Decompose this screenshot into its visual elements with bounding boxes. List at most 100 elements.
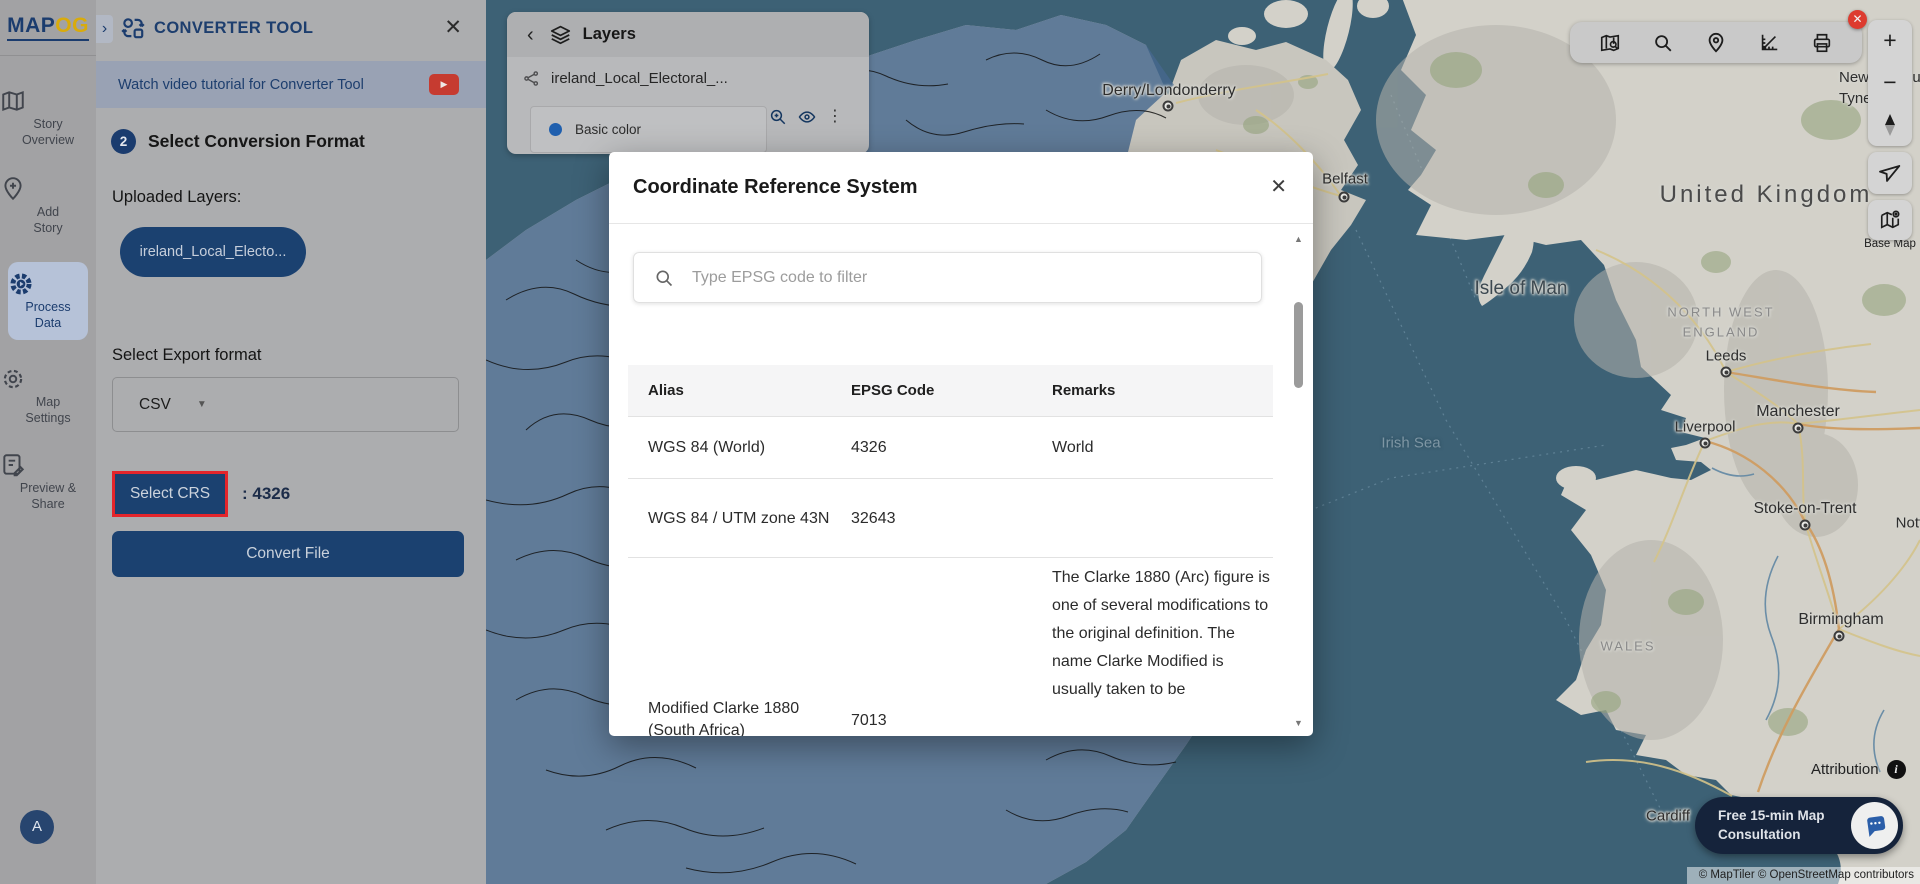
sidebar-item-label: Preview & Share: [19, 481, 77, 511]
map-label-derry: Derry/Londonderry: [1102, 82, 1236, 99]
column-header-alias: Alias: [648, 382, 684, 399]
sidebar-item-label: Story Overview: [21, 117, 75, 147]
app-root: Derry/Londonderry Belfast Isle of Man Un…: [0, 0, 1920, 884]
base-map-icon: [1880, 210, 1900, 229]
cell-alias: WGS 84 / UTM zone 43N: [648, 509, 830, 527]
sidebar-item-label: Add Story: [33, 205, 63, 235]
layer-menu-icon[interactable]: ⋮: [827, 109, 843, 125]
user-avatar[interactable]: A: [20, 810, 54, 844]
print-icon[interactable]: [1811, 32, 1833, 54]
crs-row: Select CRS : 4326: [112, 471, 290, 517]
info-icon[interactable]: i: [1886, 760, 1906, 779]
map-label-isle-of-man: Isle of Man: [1474, 278, 1568, 299]
city-dot-birmingham: [1833, 630, 1845, 642]
cell-epsg-code: 7013: [851, 712, 887, 729]
zoom-controls: + −: [1868, 20, 1912, 146]
sidebar-item-label: Process Data: [25, 300, 71, 330]
select-crs-button[interactable]: Select CRS: [112, 471, 228, 517]
layer-color-swatch: [549, 123, 562, 136]
close-icon[interactable]: ✕: [444, 15, 462, 40]
map-copyright: © MapTiler © OpenStreetMap contributors: [1686, 867, 1920, 884]
sidebar-item-add-story[interactable]: Add Story: [0, 176, 96, 236]
navigation-arrow-icon: [1879, 165, 1901, 182]
export-format-label: Select Export format: [112, 346, 262, 364]
uploaded-layers-label: Uploaded Layers:: [112, 188, 242, 206]
logo-og-text: OG: [55, 14, 89, 37]
zoom-to-layer-icon[interactable]: [769, 108, 787, 126]
sidebar-item-process-data[interactable]: Process Data: [8, 262, 88, 341]
video-tutorial-label: Watch video tutorial for Converter Tool: [118, 76, 364, 93]
map-label-wales: WALES: [1600, 638, 1656, 654]
step-row: 2 Select Conversion Format: [111, 129, 365, 154]
zoom-out-button[interactable]: −: [1883, 70, 1896, 94]
cell-epsg-code: 4326: [851, 439, 887, 457]
uploaded-layer-chip[interactable]: ireland_Local_Electo...: [120, 227, 306, 277]
youtube-icon: ▶: [429, 74, 459, 95]
search-icon: [656, 270, 673, 286]
attribution: Attribution i: [1811, 760, 1906, 779]
consultation-button[interactable]: Free 15-min Map Consultation: [1695, 797, 1903, 854]
modal-scrollbar: ▲ ▼: [1291, 234, 1306, 728]
epsg-search-input[interactable]: [690, 267, 1261, 288]
layer-row[interactable]: ireland_Local_Electoral_...: [523, 70, 728, 87]
cell-alias: Modified Clarke 1880 (South Africa): [648, 700, 800, 736]
city-dot-belfast: [1338, 191, 1350, 203]
table-row[interactable]: Modified Clarke 1880 (South Africa) 7013…: [628, 557, 1273, 736]
city-dot-manchester: [1792, 422, 1804, 434]
city-dot-leeds: [1720, 366, 1732, 378]
modal-close-icon[interactable]: ✕: [1270, 174, 1287, 199]
city-dot-derry: [1162, 100, 1174, 112]
scroll-down-icon[interactable]: ▼: [1291, 718, 1306, 728]
back-chevron-icon[interactable]: ‹: [527, 25, 534, 45]
add-story-icon: [4, 177, 22, 201]
converter-panel: › CONVERTER TOOL ✕ Watch video tutorial …: [96, 0, 486, 884]
visibility-eye-icon[interactable]: [798, 108, 816, 126]
sidebar-item-map-settings[interactable]: Map Settings: [0, 366, 96, 426]
city-dot-stoke: [1799, 519, 1811, 531]
logo-map-text: MAP: [7, 14, 56, 37]
cell-remarks: World: [1052, 439, 1094, 457]
step-title: Select Conversion Format: [148, 131, 365, 151]
crs-modal: Coordinate Reference System ✕ ▲ ▼ Alias …: [609, 152, 1313, 736]
map-label-irish-sea: Irish Sea: [1381, 434, 1441, 452]
modal-title: Coordinate Reference System: [633, 176, 918, 198]
left-rail: MAPOG Story Overview Add Story Process D…: [0, 0, 96, 884]
measure-icon[interactable]: [1758, 32, 1780, 54]
scroll-up-icon[interactable]: ▲: [1291, 234, 1306, 244]
location-pin-icon[interactable]: [1705, 32, 1727, 54]
map-preview-icon[interactable]: [1599, 32, 1621, 54]
column-header-remarks: Remarks: [1052, 382, 1116, 399]
collapse-chevron-icon[interactable]: ›: [96, 15, 113, 43]
converter-tool-icon: [121, 18, 145, 39]
map-label-belfast: Belfast: [1322, 170, 1368, 188]
map-label-nottingham: Nottingham: [1895, 514, 1920, 532]
zoom-in-button[interactable]: +: [1883, 29, 1896, 52]
table-row[interactable]: WGS 84 / UTM zone 43N 32643: [628, 478, 1273, 558]
map-label-stoke: Stoke-on-Trent: [1753, 500, 1857, 517]
map-label-liverpool: Liverpool: [1674, 418, 1736, 436]
search-icon[interactable]: [1652, 32, 1674, 54]
crs-value: : 4326: [242, 484, 291, 503]
layers-icon: [550, 25, 570, 45]
attribution-text: Attribution: [1811, 761, 1879, 778]
table-row[interactable]: WGS 84 (World) 4326 World: [628, 416, 1273, 479]
map-label-birmingham: Birmingham: [1798, 611, 1884, 628]
video-tutorial-banner[interactable]: Watch video tutorial for Converter Tool …: [96, 61, 486, 108]
layer-style-box[interactable]: Basic color: [530, 106, 767, 153]
vector-layer-icon: [524, 71, 539, 86]
sidebar-item-story-overview[interactable]: Story Overview: [0, 88, 96, 148]
map-label-united-kingdom: United Kingdom: [1659, 181, 1873, 208]
app-logo[interactable]: MAPOG: [0, 0, 96, 56]
base-map-button[interactable]: [1868, 200, 1912, 240]
export-format-select[interactable]: CSV ▼: [112, 377, 459, 432]
column-header-epsg: EPSG Code: [851, 382, 935, 399]
toolbar-close-badge[interactable]: ✕: [1848, 10, 1867, 29]
sidebar-item-preview-share[interactable]: Preview & Share: [0, 452, 96, 512]
scrollbar-thumb[interactable]: [1294, 302, 1303, 388]
table-header-row: Alias EPSG Code Remarks: [628, 365, 1273, 416]
compass-icon[interactable]: [1879, 113, 1901, 137]
locate-me-button[interactable]: [1868, 152, 1912, 194]
map-label-cardiff: Cardiff: [1646, 807, 1690, 825]
cell-remarks: The Clarke 1880 (Arc) figure is one of s…: [1052, 569, 1270, 698]
convert-file-button[interactable]: Convert File: [112, 531, 464, 577]
